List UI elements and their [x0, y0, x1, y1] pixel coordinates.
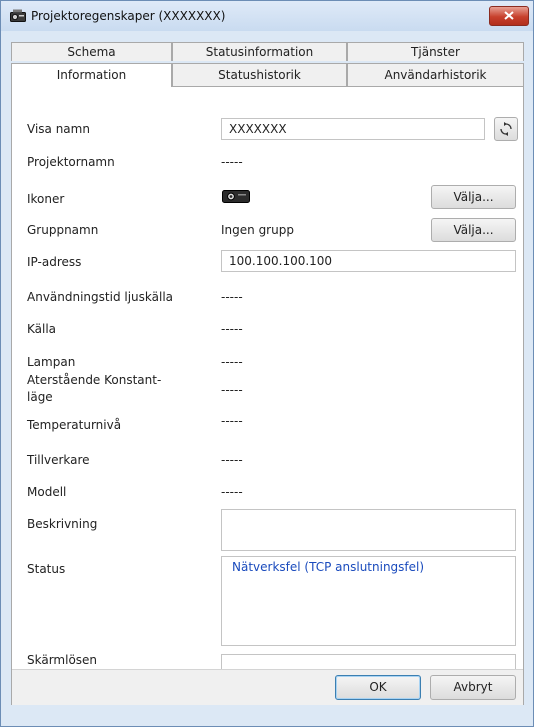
properties-window: Projektoregenskaper (XXXXXXX) Schema Sta… [0, 0, 534, 727]
description-field[interactable] [221, 509, 516, 551]
tab-status-information[interactable]: Statusinformation [172, 42, 347, 61]
ip-address-value: 100.100.100.100 [229, 254, 333, 268]
model-label: Modell [27, 485, 67, 499]
cancel-button[interactable]: Avbryt [430, 675, 516, 700]
ip-address-label: IP-adress [27, 255, 82, 269]
tab-information[interactable]: Information [11, 63, 172, 87]
projector-icon [222, 188, 250, 207]
manufacturer-label: Tillverkare [27, 453, 90, 467]
status-label: Status [27, 562, 66, 576]
description-label: Beskrivning [27, 517, 98, 531]
icons-select-button[interactable]: Välja... [431, 185, 516, 209]
group-name-label: Gruppnamn [27, 223, 99, 237]
light-source-hours-value: ----- [221, 290, 243, 304]
status-box[interactable]: Nätverksfel (TCP anslutningsfel) [221, 556, 516, 646]
lamp-value: ----- [221, 355, 243, 369]
information-panel: Visa namn XXXXXXX Projektornamn ----- Ik… [11, 86, 524, 705]
remaining-constant-label-line2: läge [27, 390, 53, 404]
temperature-value: ----- [221, 414, 243, 428]
close-button[interactable] [489, 6, 529, 26]
tab-user-history[interactable]: Användarhistorik [347, 63, 524, 86]
temperature-label: Temperaturnivå [27, 418, 122, 432]
model-value: ----- [221, 485, 243, 499]
display-name-input[interactable]: XXXXXXX [221, 118, 485, 140]
projector-name-value: ----- [221, 155, 243, 169]
tab-row-front: Information Statushistorik Användarhisto… [11, 63, 524, 87]
refresh-button[interactable] [494, 117, 518, 141]
tab-status-history[interactable]: Statushistorik [172, 63, 347, 86]
icons-label: Ikoner [27, 192, 65, 206]
source-label: Källa [27, 322, 57, 336]
manufacturer-value: ----- [221, 453, 243, 467]
status-value: Nätverksfel (TCP anslutningsfel) [232, 560, 425, 574]
screen-password-label: Skärmlösen [27, 653, 98, 667]
projector-name-label: Projektornamn [27, 155, 115, 169]
display-name-value: XXXXXXX [229, 122, 287, 136]
group-select-button[interactable]: Välja... [431, 218, 516, 242]
screen-password-field[interactable] [221, 654, 516, 669]
button-bar: OK Avbryt [12, 669, 523, 705]
tab-row-back: Schema Statusinformation Tjänster [11, 42, 524, 61]
tab-services[interactable]: Tjänster [347, 42, 524, 61]
display-name-label: Visa namn [27, 122, 90, 136]
lamp-label: Lampan [27, 355, 76, 369]
source-value: ----- [221, 322, 243, 336]
ok-button[interactable]: OK [335, 675, 421, 700]
title-bar[interactable]: Projektoregenskaper (XXXXXXX) [1, 1, 533, 31]
remaining-constant-label-line1: Aterstående Konstant- [27, 373, 162, 387]
window-title: Projektoregenskaper (XXXXXXX) [31, 9, 226, 23]
group-name-value: Ingen grupp [221, 223, 294, 237]
refresh-icon [500, 122, 512, 136]
ip-address-field[interactable]: 100.100.100.100 [221, 250, 516, 272]
tab-schema[interactable]: Schema [11, 42, 172, 61]
light-source-hours-label: Användningstid ljuskälla [27, 290, 174, 304]
projector-app-icon [10, 9, 26, 23]
remaining-constant-value: ----- [221, 383, 243, 397]
close-icon [504, 11, 514, 20]
